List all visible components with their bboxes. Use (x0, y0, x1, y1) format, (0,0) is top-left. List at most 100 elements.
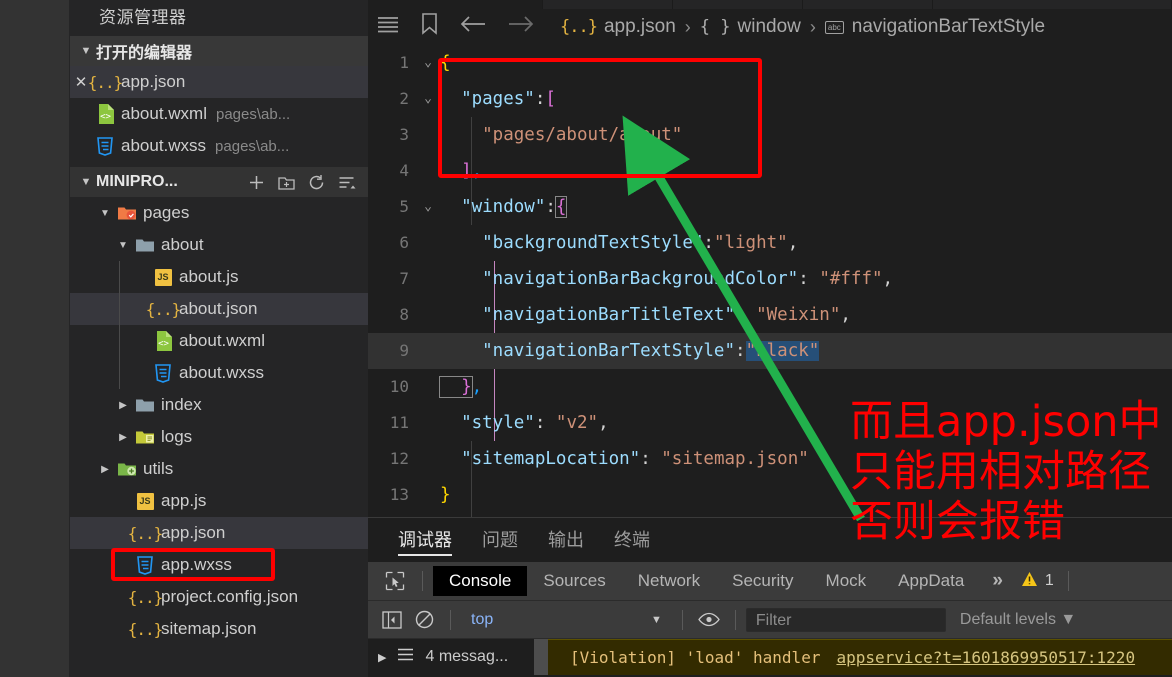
folder-open-icon (132, 237, 158, 254)
open-editor-about-wxml[interactable]: <> about.wxml pages\ab... (70, 98, 368, 130)
collapse-all-icon[interactable] (337, 173, 356, 192)
code-text: "navigationBarTextStyle" (440, 341, 736, 361)
wxss-icon (150, 363, 176, 383)
panel-tab-output[interactable]: 输出 (548, 518, 584, 562)
new-file-icon[interactable] (247, 173, 266, 192)
code-line-active[interactable]: 9 "navigationBarTextStyle":"black" (368, 333, 1172, 369)
tree-item-about[interactable]: ▼ about (70, 229, 368, 261)
project-twisty[interactable]: ▼ (76, 176, 96, 188)
panel-tab-terminal[interactable]: 终端 (614, 518, 650, 562)
console-message-row[interactable]: [Violation] 'load' handler appservice?t=… (548, 639, 1172, 675)
console-message-link[interactable]: appservice?t=1601869950517:1220 (836, 648, 1135, 667)
console-context-select[interactable]: top (461, 611, 651, 629)
devtools-tab-mock[interactable]: Mock (810, 566, 883, 596)
panel-tab-debugger[interactable]: 调试器 (398, 518, 452, 562)
code-text: : (545, 197, 556, 217)
folder-logs-icon (132, 429, 158, 446)
code-line[interactable]: 5 ⌄ "window":{ (368, 189, 1172, 225)
fold-icon[interactable]: ⌄ (416, 45, 440, 81)
line-number: 3 (399, 125, 409, 144)
chevron-right-icon[interactable]: ▶ (114, 432, 132, 443)
json-icon: {..} (127, 619, 164, 639)
code-line[interactable]: 4 ], (368, 153, 1172, 189)
devtools-tab-sources[interactable]: Sources (527, 566, 621, 596)
file-tree: ▼ pages ▼ about JS about.js {..} about.j… (70, 197, 368, 645)
warning-status[interactable]: 1 (1021, 571, 1054, 592)
devtools-tab-network[interactable]: Network (622, 566, 716, 596)
tree-item-about-json[interactable]: {..} about.json (70, 293, 368, 325)
code-line[interactable]: 7 "navigationBarBackgroundColor": "#fff"… (368, 261, 1172, 297)
svg-text:<>: <> (158, 339, 169, 349)
tree-item-about-js[interactable]: JS about.js (70, 261, 368, 293)
open-editors-label: 打开的编辑器 (96, 45, 193, 62)
code-text: "light" (713, 233, 788, 253)
devtools-tab-console[interactable]: Console (433, 566, 528, 596)
code-line[interactable]: 6 "backgroundTextStyle":"light", (368, 225, 1172, 261)
panel-toggle-icon[interactable] (376, 610, 408, 629)
code-line[interactable]: 1 ⌄ { (368, 45, 1172, 81)
chevron-down-icon[interactable]: ▼ (114, 240, 132, 251)
breadcrumb-property[interactable]: abc navigationBarTextStyle (824, 16, 1045, 38)
tree-item-utils[interactable]: ▶ utils (70, 453, 368, 485)
devtools-more-button[interactable]: » (980, 570, 1015, 592)
open-editor-about-wxss[interactable]: about.wxss pages\ab... (70, 130, 368, 162)
devtools-tab-appdata[interactable]: AppData (882, 566, 980, 596)
line-number: 1 (399, 53, 409, 72)
tree-item-about-wxml[interactable]: <> about.wxml (70, 325, 368, 357)
tree-item-project-config-json[interactable]: {..} project.config.json (70, 581, 368, 613)
code-text: , (840, 305, 851, 325)
fold-icon[interactable]: ⌄ (416, 81, 440, 117)
back-arrow-icon[interactable] (460, 15, 486, 39)
tree-item-logs[interactable]: ▶ logs (70, 421, 368, 453)
breadcrumb-object-label: window (737, 16, 801, 37)
project-header[interactable]: ▼ MINIPRO... (70, 167, 368, 197)
panel-tab-problems[interactable]: 问题 (482, 518, 518, 562)
divider (734, 609, 736, 630)
json-icon: {..} (127, 523, 164, 543)
eye-icon[interactable] (693, 612, 725, 627)
tree-item-sitemap-json[interactable]: {..} sitemap.json (70, 613, 368, 645)
line-number: 5 (399, 197, 409, 216)
forward-arrow-icon[interactable] (508, 15, 534, 39)
code-text: : (798, 269, 820, 289)
inspect-cursor-icon[interactable] (378, 571, 412, 591)
divider (1067, 571, 1069, 591)
console-scrollbar[interactable] (534, 639, 548, 675)
line-number: 7 (399, 269, 409, 288)
code-text: : (534, 413, 556, 433)
console-sidebar[interactable]: ▶ 4 messag... (368, 639, 534, 675)
new-folder-icon[interactable] (277, 173, 296, 192)
console-levels-select[interactable]: Default levels ▼ (946, 611, 1076, 629)
devtools-tab-security[interactable]: Security (716, 566, 809, 596)
activity-bar[interactable] (0, 0, 70, 677)
abc-icon: abc (824, 20, 844, 34)
tree-item-about-wxss[interactable]: about.wxss (70, 357, 368, 389)
chevron-down-icon[interactable]: ▼ (651, 614, 672, 626)
breadcrumb: {..} app.json › { } window › abc navigat… (368, 9, 1172, 45)
expand-triangle-icon[interactable]: ▶ (378, 651, 386, 664)
refresh-icon[interactable] (307, 173, 326, 192)
chevron-right-icon[interactable]: ▶ (114, 400, 132, 411)
breadcrumb-object[interactable]: { } window (700, 16, 801, 38)
fold-icon[interactable]: ⌄ (416, 189, 440, 225)
clear-console-icon[interactable] (408, 610, 440, 629)
tree-item-index[interactable]: ▶ index (70, 389, 368, 421)
tree-item-app-js[interactable]: JS app.js (70, 485, 368, 517)
code-line[interactable]: 8 "navigationBarTitleText": "Weixin", (368, 297, 1172, 333)
editor-tabstrip[interactable] (368, 0, 1172, 9)
tree-item-app-json[interactable]: {..} app.json (70, 517, 368, 549)
code-line[interactable]: 2 ⌄ "pages":[ (368, 81, 1172, 117)
open-editor-app-json[interactable]: ✕ {..} app.json (70, 66, 368, 98)
open-editors-header[interactable]: ▼ 打开的编辑器 (70, 36, 368, 66)
tree-item-app-wxss[interactable]: app.wxss (70, 549, 368, 581)
bookmark-icon[interactable] (421, 13, 438, 41)
chevron-down-icon[interactable]: ▼ (96, 208, 114, 219)
code-line[interactable]: 3 "pages/about/about" (368, 117, 1172, 153)
tree-item-pages[interactable]: ▼ pages (70, 197, 368, 229)
list-icon[interactable] (377, 16, 399, 39)
chevron-right-icon[interactable]: ▶ (96, 464, 114, 475)
console-filter-input[interactable]: Filter (745, 607, 946, 632)
code-text: : (703, 233, 714, 253)
breadcrumb-file[interactable]: {..} app.json (560, 16, 676, 38)
open-editors-twisty[interactable]: ▼ (76, 45, 96, 57)
